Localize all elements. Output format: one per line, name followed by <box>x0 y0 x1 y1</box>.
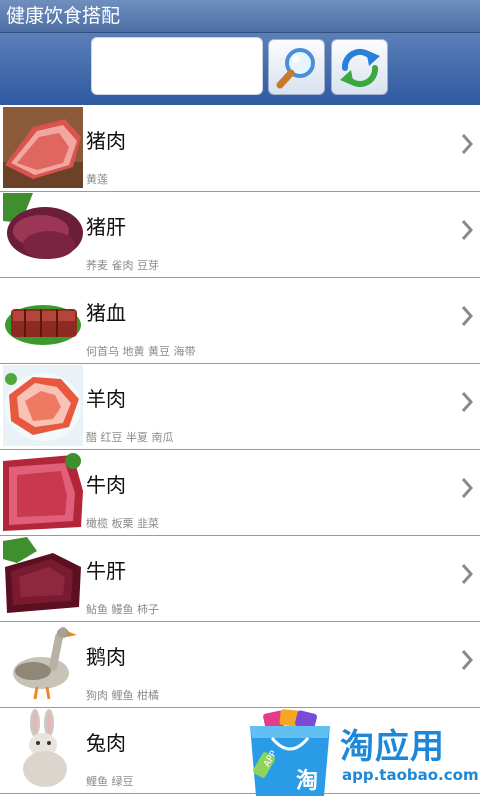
chevron-right-icon <box>461 134 474 154</box>
item-name: 猪血 <box>86 301 126 325</box>
pig-liver-image <box>3 193 83 274</box>
item-pairs: 橄榄 板栗 韭菜 <box>86 517 159 530</box>
list-item[interactable]: 猪肉 黄莲 <box>0 106 480 192</box>
beef-image <box>3 451 83 532</box>
mutton-image <box>3 365 83 446</box>
refresh-button[interactable] <box>331 39 388 95</box>
chevron-right-icon <box>461 650 474 670</box>
chevron-right-icon <box>461 478 474 498</box>
chevron-right-icon <box>461 306 474 326</box>
list-item[interactable]: 牛肝 鲇鱼 鳗鱼 柿子 <box>0 536 480 622</box>
search-bar <box>0 33 480 105</box>
list-item[interactable]: 猪血 何首乌 地黄 黄豆 海带 <box>0 278 480 364</box>
svg-text:淘: 淘 <box>296 768 318 794</box>
ad-url: app.taobao.com <box>342 766 479 784</box>
item-name: 牛肉 <box>86 473 126 497</box>
search-button[interactable] <box>268 39 325 95</box>
list-item[interactable]: 羊肉 醋 红豆 半夏 南瓜 <box>0 364 480 450</box>
list-item[interactable]: 鹅肉 狗肉 鲤鱼 柑橘 <box>0 622 480 708</box>
item-name: 牛肝 <box>86 559 126 583</box>
taobao-app-ad-banner[interactable]: APP 淘 淘应用 app.taobao.com <box>240 706 480 800</box>
item-pairs: 荞麦 雀肉 豆芽 <box>86 259 159 272</box>
item-pairs: 鲤鱼 绿豆 <box>86 775 134 788</box>
rabbit-image <box>3 709 83 790</box>
item-pairs: 黄莲 <box>86 173 108 186</box>
list-item[interactable]: 猪肝 荞麦 雀肉 豆芽 <box>0 192 480 278</box>
beef-liver-image <box>3 537 83 618</box>
item-pairs: 何首乌 地黄 黄豆 海带 <box>86 345 196 358</box>
pig-blood-image <box>3 279 83 360</box>
item-name: 鹅肉 <box>86 645 126 669</box>
refresh-icon <box>340 48 380 88</box>
item-name: 兔肉 <box>86 731 126 755</box>
item-pairs: 鲇鱼 鳗鱼 柿子 <box>86 603 159 616</box>
chevron-right-icon <box>461 564 474 584</box>
item-pairs: 醋 红豆 半夏 南瓜 <box>86 431 174 444</box>
app-title: 健康饮食搭配 <box>6 5 121 27</box>
ad-brand: 淘应用 <box>340 727 445 767</box>
pork-image <box>3 107 83 188</box>
food-list: 猪肉 黄莲 猪肝 荞麦 雀肉 豆芽 猪血 何首乌 地黄 黄豆 海带 羊肉 醋 红… <box>0 106 480 794</box>
chevron-right-icon <box>461 220 474 240</box>
magnifier-icon <box>276 48 315 89</box>
chevron-right-icon <box>461 392 474 412</box>
title-bar: 健康饮食搭配 <box>0 0 480 33</box>
item-name: 羊肉 <box>86 387 126 411</box>
search-input[interactable] <box>91 37 263 95</box>
goose-image <box>3 623 83 704</box>
list-item[interactable]: 牛肉 橄榄 板栗 韭菜 <box>0 450 480 536</box>
shopping-bag-icon: APP 淘 <box>250 709 330 796</box>
item-name: 猪肝 <box>86 215 126 239</box>
item-name: 猪肉 <box>86 129 126 153</box>
item-pairs: 狗肉 鲤鱼 柑橘 <box>86 689 159 702</box>
